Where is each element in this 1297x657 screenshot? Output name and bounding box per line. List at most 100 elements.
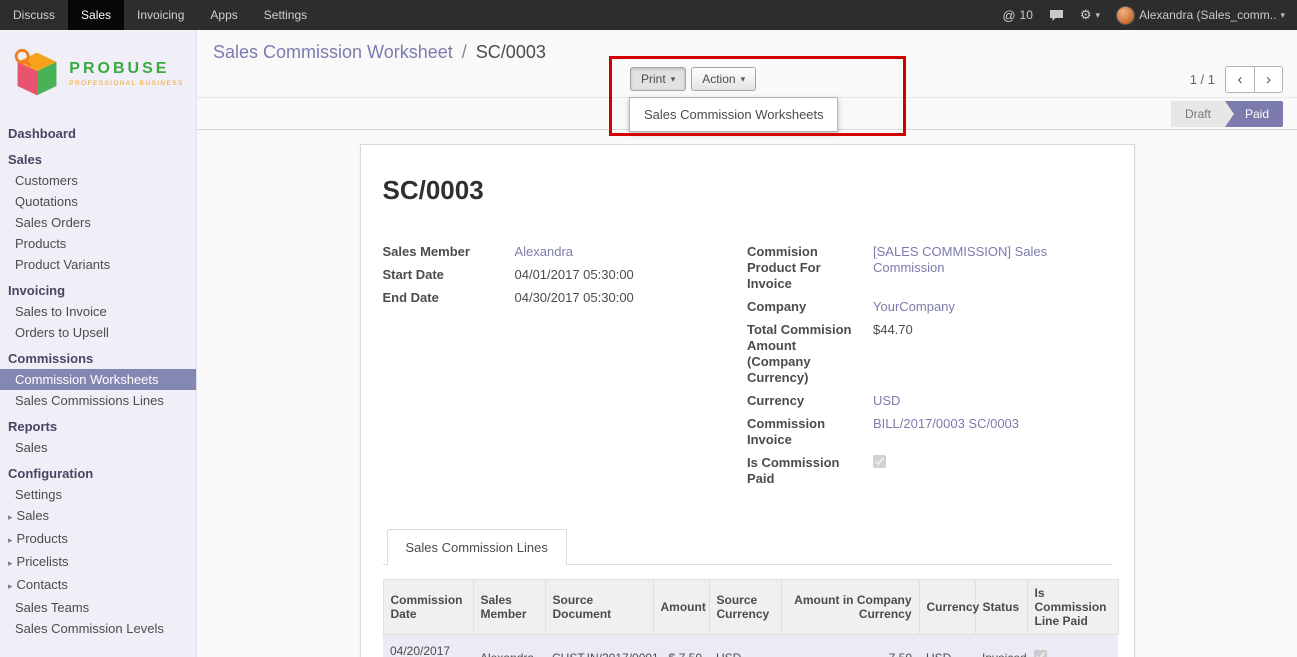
column-header-is-commission-line-paid[interactable]: Is Commission Line Paid xyxy=(1027,580,1118,635)
topbar-app-apps[interactable]: Apps xyxy=(197,0,250,30)
sidebar-item-sales[interactable]: Sales xyxy=(0,437,196,458)
logo-title: PROBUSE xyxy=(69,60,183,78)
sidebar-item-product-variants[interactable]: Product Variants xyxy=(0,254,196,275)
sidebar-item-pricelists[interactable]: ▸Pricelists xyxy=(0,551,196,574)
sidebar-item-settings[interactable]: Settings xyxy=(0,484,196,505)
sidebar-section-configuration[interactable]: Configuration xyxy=(0,463,196,484)
menu-item-label: Sales Orders xyxy=(15,215,91,230)
column-header-status[interactable]: Status xyxy=(975,580,1027,635)
form-field-company: CompanyYourCompany xyxy=(747,299,1112,315)
menu-item-label: Sales xyxy=(15,440,48,455)
column-header-amount[interactable]: Amount xyxy=(653,580,709,635)
form-field-end-date: End Date04/30/2017 05:30:00 xyxy=(383,290,748,306)
cell-commission-date: 04/20/2017 05:30:00 xyxy=(383,635,473,657)
sidebar-item-sales[interactable]: ▸Sales xyxy=(0,505,196,528)
field-value-sales-member[interactable]: Alexandra xyxy=(515,244,730,260)
pager-next-button[interactable]: › xyxy=(1254,66,1283,93)
mention-count: 10 xyxy=(1020,8,1033,22)
column-header-sales-member[interactable]: Sales Member xyxy=(473,580,545,635)
debug-menu-button[interactable]: ⚙ ▾ xyxy=(1080,7,1100,23)
mentions-button[interactable]: @ 10 xyxy=(1002,8,1033,23)
field-value-company[interactable]: YourCompany xyxy=(873,299,1063,315)
sidebar: PROBUSE PROFESSIONAL BUSINESS DashboardS… xyxy=(0,30,197,657)
sidebar-item-orders-to-upsell[interactable]: Orders to Upsell xyxy=(0,322,196,343)
sidebar-item-sales-to-invoice[interactable]: Sales to Invoice xyxy=(0,301,196,322)
user-menu[interactable]: Alexandra (Sales_comm.. ▾ xyxy=(1116,6,1285,25)
topbar-app-settings[interactable]: Settings xyxy=(251,0,320,30)
topbar-apps: DiscussSalesInvoicingAppsSettings xyxy=(0,0,320,30)
column-header-amount-in-company-currency[interactable]: Amount in Company Currency xyxy=(781,580,919,635)
field-value-start-date: 04/01/2017 05:30:00 xyxy=(515,267,730,283)
sidebar-item-products[interactable]: Products xyxy=(0,233,196,254)
status-paid[interactable]: Paid xyxy=(1225,101,1283,127)
field-label: Start Date xyxy=(383,267,515,283)
field-label: Total Commision Amount (Company Currency… xyxy=(747,322,873,386)
main-content: Sales Commission Worksheet / SC/0003 Pri… xyxy=(197,30,1297,657)
tab-sales-commission-lines[interactable]: Sales Commission Lines xyxy=(387,529,567,565)
print-button[interactable]: Print ▾ xyxy=(630,67,686,91)
sidebar-item-sales-commission-levels[interactable]: Sales Commission Levels xyxy=(0,618,196,639)
topbar-app-discuss[interactable]: Discuss xyxy=(0,0,68,30)
cell-sales-member: Alexandra xyxy=(473,635,545,657)
sidebar-section-dashboard[interactable]: Dashboard xyxy=(0,123,196,144)
form-field-is-commission-paid: Is Commission Paid xyxy=(747,455,1112,487)
sidebar-section-commissions[interactable]: Commissions xyxy=(0,348,196,369)
menu-item-label: Sales xyxy=(17,508,50,523)
menu-item-label: Settings xyxy=(15,487,62,502)
menu-item-label: Sales Commissions Lines xyxy=(15,393,164,408)
sidebar-item-sales-commissions-lines[interactable]: Sales Commissions Lines xyxy=(0,390,196,411)
sidebar-section-invoicing[interactable]: Invoicing xyxy=(0,280,196,301)
sidebar-item-commission-worksheets[interactable]: Commission Worksheets xyxy=(0,369,196,390)
menu-item-label: Pricelists xyxy=(17,554,69,569)
messages-button[interactable] xyxy=(1049,9,1064,22)
sidebar-item-products[interactable]: ▸Products xyxy=(0,528,196,551)
menu-item-label: Dashboard xyxy=(8,126,76,141)
sidebar-item-sales-teams[interactable]: Sales Teams xyxy=(0,597,196,618)
field-label: Sales Member xyxy=(383,244,515,260)
form-field-sales-member: Sales MemberAlexandra xyxy=(383,244,748,260)
column-header-currency[interactable]: Currency xyxy=(919,580,975,635)
sidebar-section-sales[interactable]: Sales xyxy=(0,149,196,170)
action-button[interactable]: Action ▾ xyxy=(691,67,756,91)
column-header-source-document[interactable]: Source Document xyxy=(545,580,653,635)
sidebar-item-customers[interactable]: Customers xyxy=(0,170,196,191)
user-name: Alexandra (Sales_comm.. xyxy=(1139,8,1276,22)
action-buttons: Print ▾ Action ▾ xyxy=(630,67,756,91)
topbar: DiscussSalesInvoicingAppsSettings @ 10 ⚙… xyxy=(0,0,1297,30)
status-draft[interactable]: Draft xyxy=(1171,101,1225,127)
line-paid-checkbox[interactable] xyxy=(1034,650,1047,657)
menu-item-label: Quotations xyxy=(15,194,78,209)
menu-item-label: Customers xyxy=(15,173,78,188)
field-value-commission-invoice[interactable]: BILL/2017/0003 SC/0003 xyxy=(873,416,1063,432)
dropdown-item-sales-commission-worksheets[interactable]: Sales Commission Worksheets xyxy=(630,102,837,127)
breadcrumb-parent-link[interactable]: Sales Commission Worksheet xyxy=(213,42,453,62)
field-checkbox-is-commission-paid[interactable] xyxy=(873,455,886,468)
field-value-commision-product-for-invoice[interactable]: [SALES COMMISSION] Sales Commission xyxy=(873,244,1063,276)
caret-down-icon: ▾ xyxy=(741,74,746,85)
field-value-total-commision-amount-company-currency: $44.70 xyxy=(873,322,1063,338)
pager-previous-button[interactable]: ‹ xyxy=(1225,66,1254,93)
table-row[interactable]: 04/20/2017 05:30:00AlexandraCUST.IN/2017… xyxy=(383,635,1118,657)
menu-item-label: Products xyxy=(17,531,68,546)
sidebar-item-sales-orders[interactable]: Sales Orders xyxy=(0,212,196,233)
topbar-app-sales[interactable]: Sales xyxy=(68,0,124,30)
caret-down-icon: ▾ xyxy=(671,74,676,85)
sidebar-section-reports[interactable]: Reports xyxy=(0,416,196,437)
sidebar-item-quotations[interactable]: Quotations xyxy=(0,191,196,212)
menu-item-label: Sales Commission Levels xyxy=(15,621,164,636)
sidebar-item-contacts[interactable]: ▸Contacts xyxy=(0,574,196,597)
field-value-end-date: 04/30/2017 05:30:00 xyxy=(515,290,730,306)
field-value-currency[interactable]: USD xyxy=(873,393,1063,409)
print-dropdown-menu: Sales Commission Worksheets xyxy=(629,97,838,132)
field-label: Is Commission Paid xyxy=(747,455,873,487)
column-header-source-currency[interactable]: Source Currency xyxy=(709,580,781,635)
cell-source-currency: USD xyxy=(709,635,781,657)
print-button-label: Print xyxy=(641,72,666,86)
topbar-app-invoicing[interactable]: Invoicing xyxy=(124,0,197,30)
topbar-systray: @ 10 ⚙ ▾ Alexandra (Sales_comm.. ▾ xyxy=(1002,0,1297,30)
field-label: End Date xyxy=(383,290,515,306)
submenu-arrow-icon: ▸ xyxy=(8,581,13,591)
menu-item-label: Sales to Invoice xyxy=(15,304,107,319)
menu-item-label: Sales xyxy=(8,152,42,167)
column-header-commission-date[interactable]: Commission Date xyxy=(383,580,473,635)
